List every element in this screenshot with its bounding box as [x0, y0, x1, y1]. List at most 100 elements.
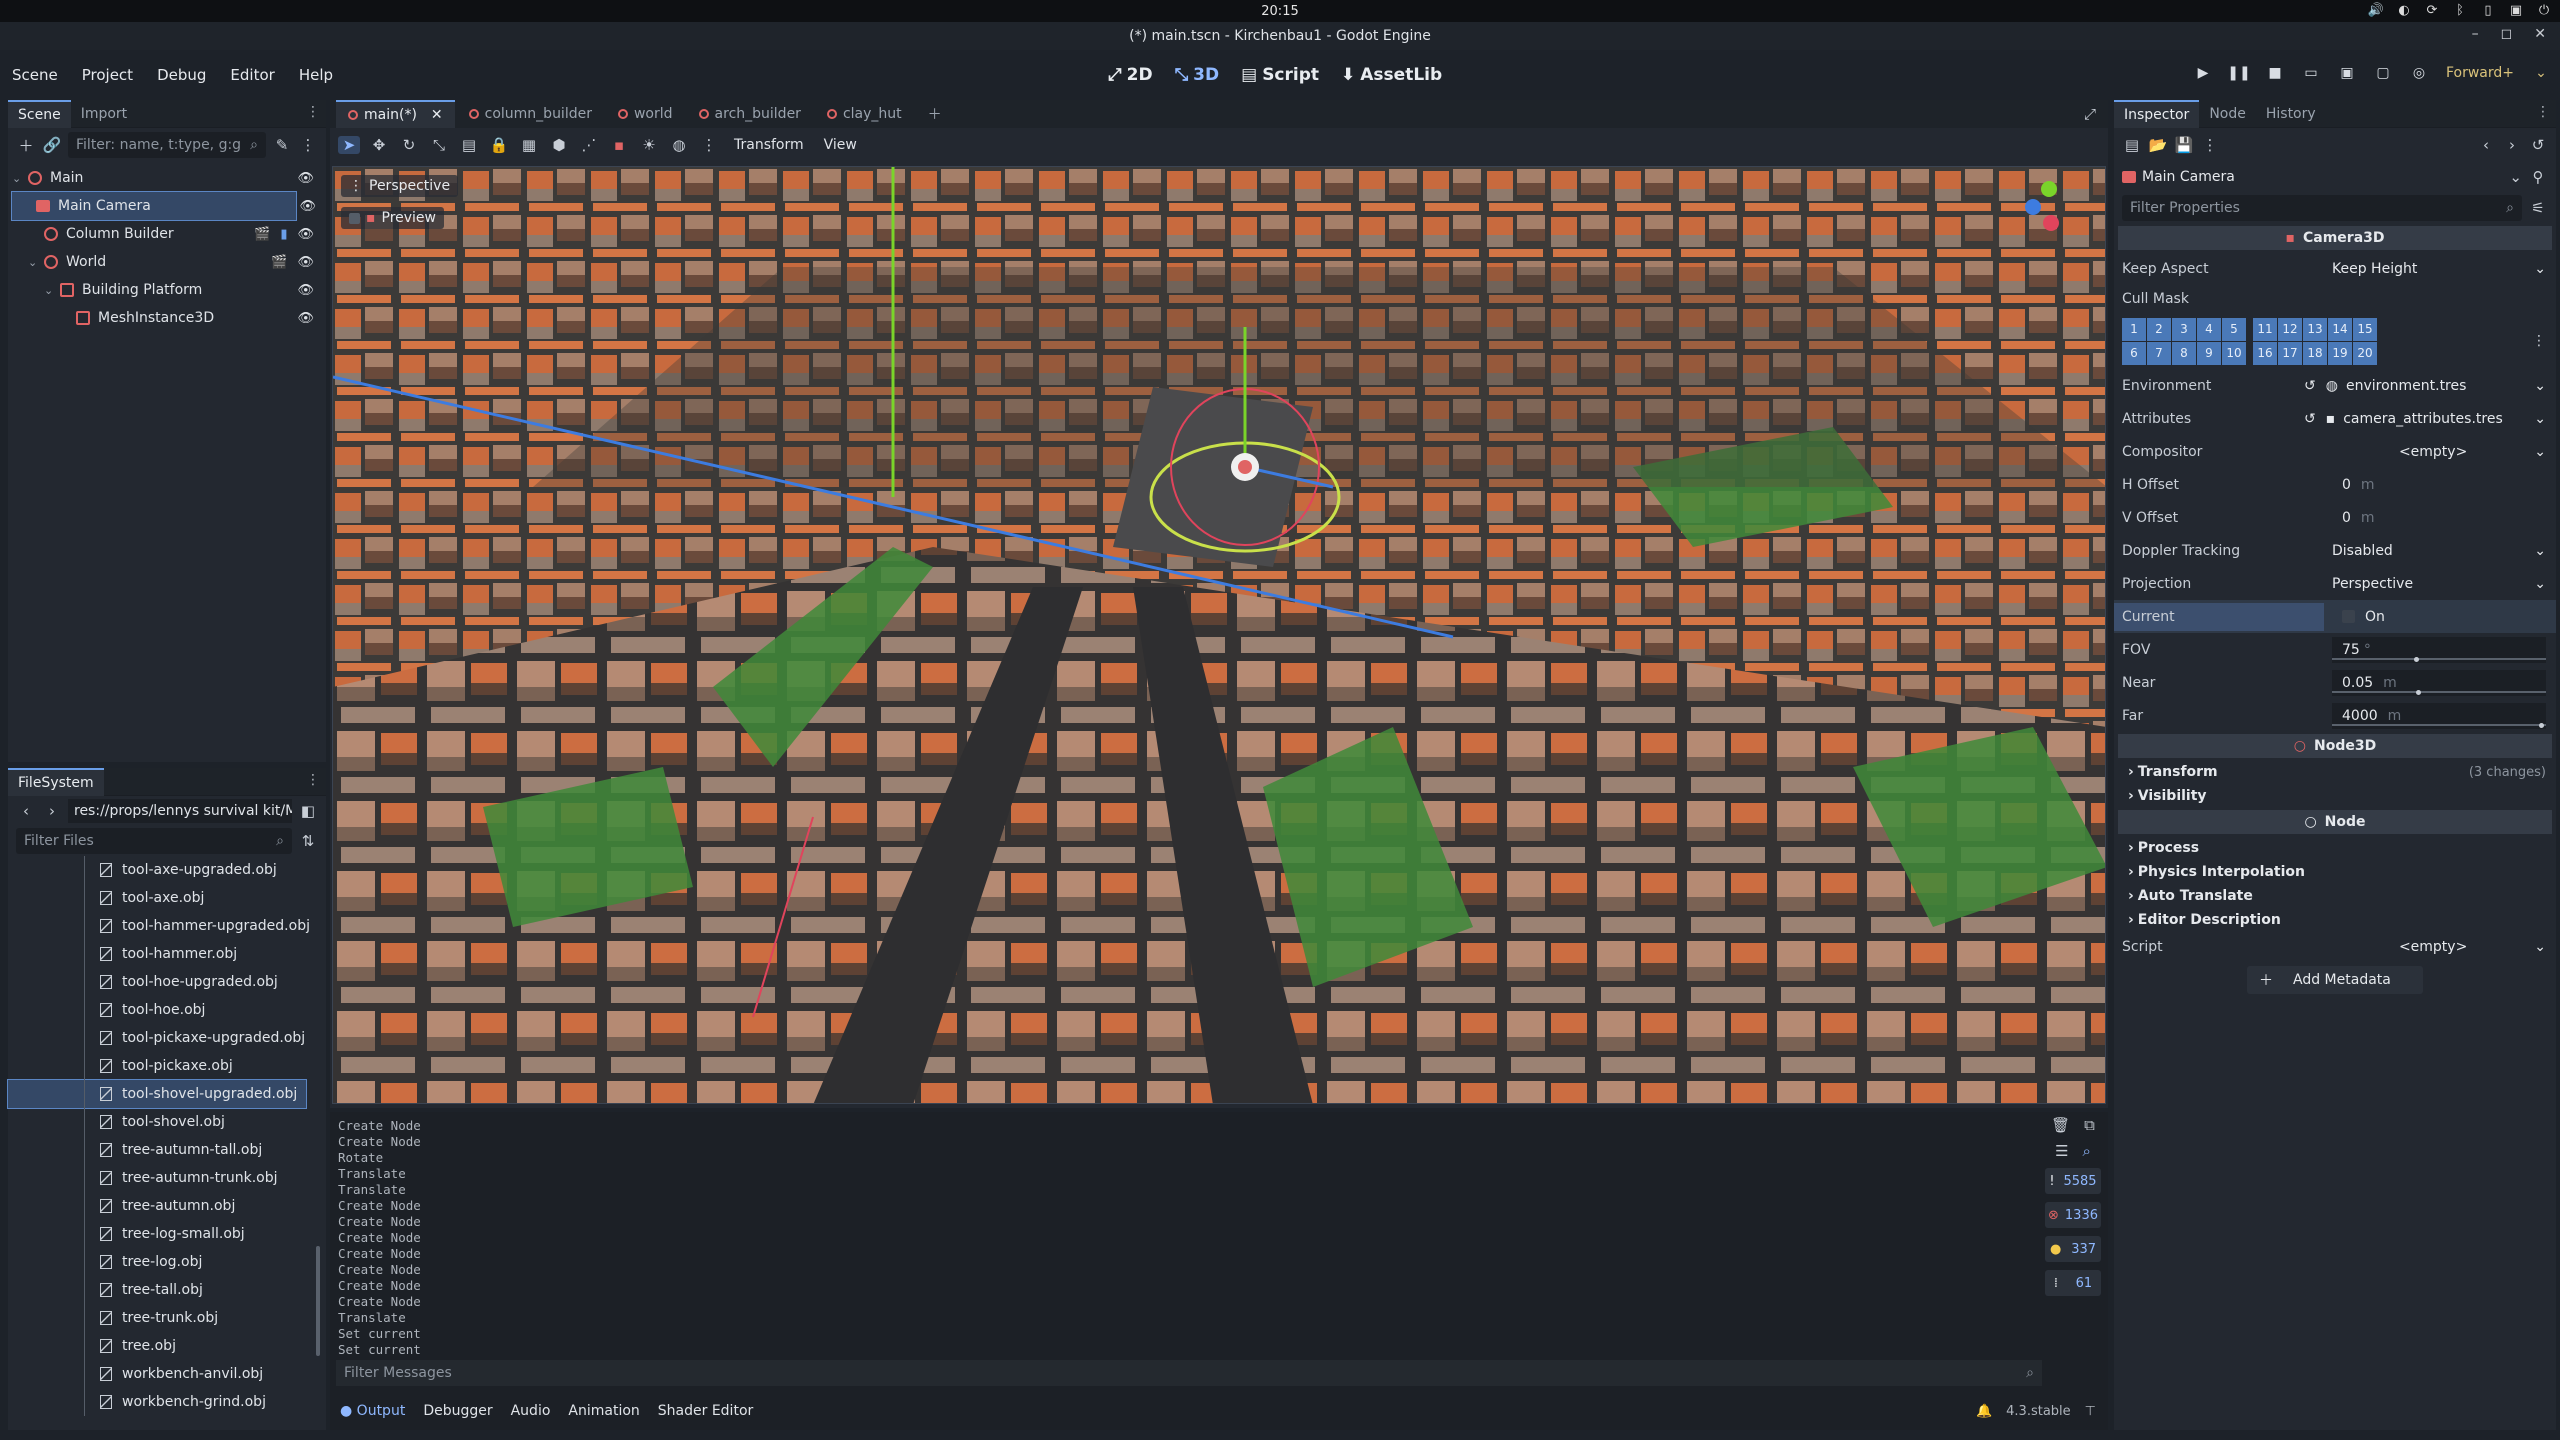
v-offset-input[interactable]: 0m [2332, 510, 2546, 526]
dock-menu-icon[interactable]: ⋮ [306, 772, 320, 788]
node-info-icon[interactable]: ⚲ [2528, 168, 2548, 186]
load-resource-icon[interactable]: 📂 [2148, 136, 2168, 154]
lock-icon[interactable]: 🔒 [488, 136, 510, 154]
scene-menu-icon[interactable]: ⋮ [298, 136, 318, 154]
near-slider-handle[interactable] [2416, 689, 2421, 695]
camera-preview-icon[interactable]: ▪ [608, 136, 630, 154]
close-icon[interactable]: ✕ [2534, 26, 2546, 42]
file-item[interactable]: tool-hoe.obj [8, 996, 326, 1024]
history-icon[interactable]: ↺ [2528, 136, 2548, 154]
perspective-menu[interactable]: ⋮ Perspective [341, 175, 459, 197]
distraction-free-icon[interactable]: ⤢ [2084, 105, 2096, 123]
tab-shader-editor[interactable]: Shader Editor [658, 1403, 753, 1419]
chevron-down-icon[interactable]: ⌄ [2534, 411, 2546, 427]
file-item[interactable]: tool-shovel.obj [8, 1108, 326, 1136]
file-item[interactable]: tree-trunk.obj [8, 1304, 326, 1332]
tab-animation[interactable]: Animation [568, 1403, 639, 1419]
scene-tab-column-builder[interactable]: column_builder [457, 100, 604, 128]
fov-slider-handle[interactable] [2414, 656, 2419, 662]
filesystem-filter-input[interactable]: Filter Files ⌕ [16, 828, 292, 854]
cull-mask-layers-b[interactable]: 11 12 13 14 15 16 17 18 19 20 [2253, 317, 2377, 365]
inspected-object-name[interactable]: Main Camera [2142, 169, 2503, 185]
sun-icon[interactable]: ☀ [638, 136, 660, 154]
scene-tab-clay-hut[interactable]: clay_hut [815, 100, 914, 128]
environment-icon[interactable]: ◍ [668, 136, 690, 154]
renderer-select[interactable]: Forward+ [2446, 65, 2514, 81]
pause-icon[interactable]: ❚❚ [2227, 64, 2250, 82]
tab-filesystem[interactable]: FileSystem [8, 767, 104, 796]
scene-tab-world[interactable]: world [606, 100, 685, 128]
snap-icon[interactable]: ⋰ [578, 136, 600, 154]
tree-node-main[interactable]: ⌄ Main 👁 [12, 164, 322, 192]
file-item[interactable]: tree-autumn.obj [8, 1192, 326, 1220]
collapse-arrow-icon[interactable]: ⌄ [44, 284, 56, 297]
property-options-icon[interactable]: ⚟ [2528, 199, 2548, 217]
list-select-icon[interactable]: ▤ [458, 136, 480, 154]
menu-editor[interactable]: Editor [218, 66, 286, 84]
search-toggle-icon[interactable]: ⌕ [2083, 1142, 2091, 1160]
save-resource-icon[interactable]: 💾 [2174, 136, 2194, 154]
far-slider[interactable]: 4000 m [2332, 702, 2546, 729]
far-slider-handle[interactable] [2539, 722, 2544, 728]
minimize-icon[interactable]: – [2472, 26, 2479, 42]
group-editor-description[interactable]: › Editor Description [2114, 908, 2556, 932]
revert-icon[interactable]: ↺ [2304, 378, 2316, 394]
link-icon[interactable]: 🔗 [42, 136, 62, 154]
revert-icon[interactable]: ↺ [2304, 411, 2316, 427]
h-offset-input[interactable]: 0m [2332, 477, 2546, 493]
2d-screen-button[interactable]: ⤢ 2D [1108, 65, 1153, 85]
file-item[interactable]: tool-hoe-upgraded.obj [8, 968, 326, 996]
attributes-resource[interactable]: camera_attributes.tres [2343, 411, 2503, 427]
script-screen-button[interactable]: ▤ Script [1241, 65, 1319, 85]
cull-mask-menu-icon[interactable]: ⋮ [2532, 333, 2546, 349]
file-item[interactable]: tool-hammer.obj [8, 940, 326, 968]
group-icon[interactable]: ▦ [518, 136, 540, 154]
transform-menu[interactable]: Transform [728, 137, 810, 153]
filter-messages-input[interactable]: Filter Messages ⌕ [336, 1360, 2042, 1386]
tab-inspector[interactable]: Inspector [2114, 99, 2200, 128]
group-auto-translate[interactable]: › Auto Translate [2114, 884, 2556, 908]
play-scene-icon[interactable]: ▣ [2338, 64, 2356, 82]
clipboard-icon[interactable]: ▯ [2480, 2, 2496, 18]
file-item[interactable]: tree-autumn-tall.obj [8, 1136, 326, 1164]
play-icon[interactable]: ▶ [2194, 64, 2212, 82]
tree-node-column-builder[interactable]: Column Builder 🎬 ▮ 👁 [12, 220, 322, 248]
tab-history[interactable]: History [2256, 100, 2326, 128]
filesystem-scrollbar[interactable] [316, 1246, 320, 1356]
rotate-tool-icon[interactable]: ↻ [398, 136, 420, 154]
clear-log-icon[interactable]: 🗑 [2051, 1116, 2070, 1134]
bluetooth-icon[interactable]: ᛒ [2452, 2, 2468, 18]
back-arrow-icon[interactable]: ‹ [16, 802, 36, 820]
file-item[interactable]: tool-axe-upgraded.obj [8, 856, 326, 884]
scene-tab-main[interactable]: main(*) ✕ [336, 100, 455, 128]
dock-menu-icon[interactable]: ⋮ [306, 104, 320, 120]
movie-maker-icon[interactable]: ◎ [2410, 64, 2428, 82]
sync-icon[interactable]: ⟳ [2424, 2, 2440, 18]
file-item[interactable]: tool-pickaxe-upgraded.obj [8, 1024, 326, 1052]
forward-arrow-icon[interactable]: › [2502, 136, 2522, 154]
doppler-dropdown[interactable]: Disabled ⌄ [2332, 543, 2546, 559]
remote-debug-icon[interactable]: ▭ [2302, 64, 2320, 82]
warnings-toggle[interactable]: ● 337 [2045, 1236, 2101, 1262]
file-item[interactable]: workbench-grind.obj [8, 1388, 326, 1416]
copy-log-icon[interactable]: ⧉ [2084, 1116, 2095, 1134]
file-item[interactable]: tree.obj [8, 1332, 326, 1360]
group-transform[interactable]: › Transform (3 changes) [2114, 760, 2556, 784]
forward-arrow-icon[interactable]: › [42, 802, 62, 820]
errors-toggle[interactable]: ⊗ 1336 [2045, 1202, 2101, 1228]
sort-icon[interactable]: ⇅ [298, 832, 318, 850]
network-icon[interactable]: ◐ [2396, 2, 2412, 18]
file-item[interactable]: tool-axe.obj [8, 884, 326, 912]
pin-panel-icon[interactable]: ⊤ [2085, 1404, 2096, 1419]
scene-filter-input[interactable]: Filter: name, t:type, g:g ⌕ [68, 132, 266, 158]
current-checkbox[interactable]: On [2332, 609, 2546, 625]
script-attach-icon[interactable]: ✎ [272, 136, 292, 154]
near-slider[interactable]: 0.05 m [2332, 669, 2546, 696]
chevron-down-icon[interactable]: ⌄ [2532, 64, 2550, 82]
script-resource[interactable]: <empty> ⌄ [2332, 939, 2546, 955]
tab-node[interactable]: Node [2199, 100, 2256, 128]
chevron-down-icon[interactable]: ⌄ [2534, 378, 2546, 394]
assetlib-screen-button[interactable]: ⬇ AssetLib [1341, 65, 1442, 85]
more-options-icon[interactable]: ⋮ [698, 136, 720, 154]
file-item[interactable]: tool-hammer-upgraded.obj [8, 912, 326, 940]
